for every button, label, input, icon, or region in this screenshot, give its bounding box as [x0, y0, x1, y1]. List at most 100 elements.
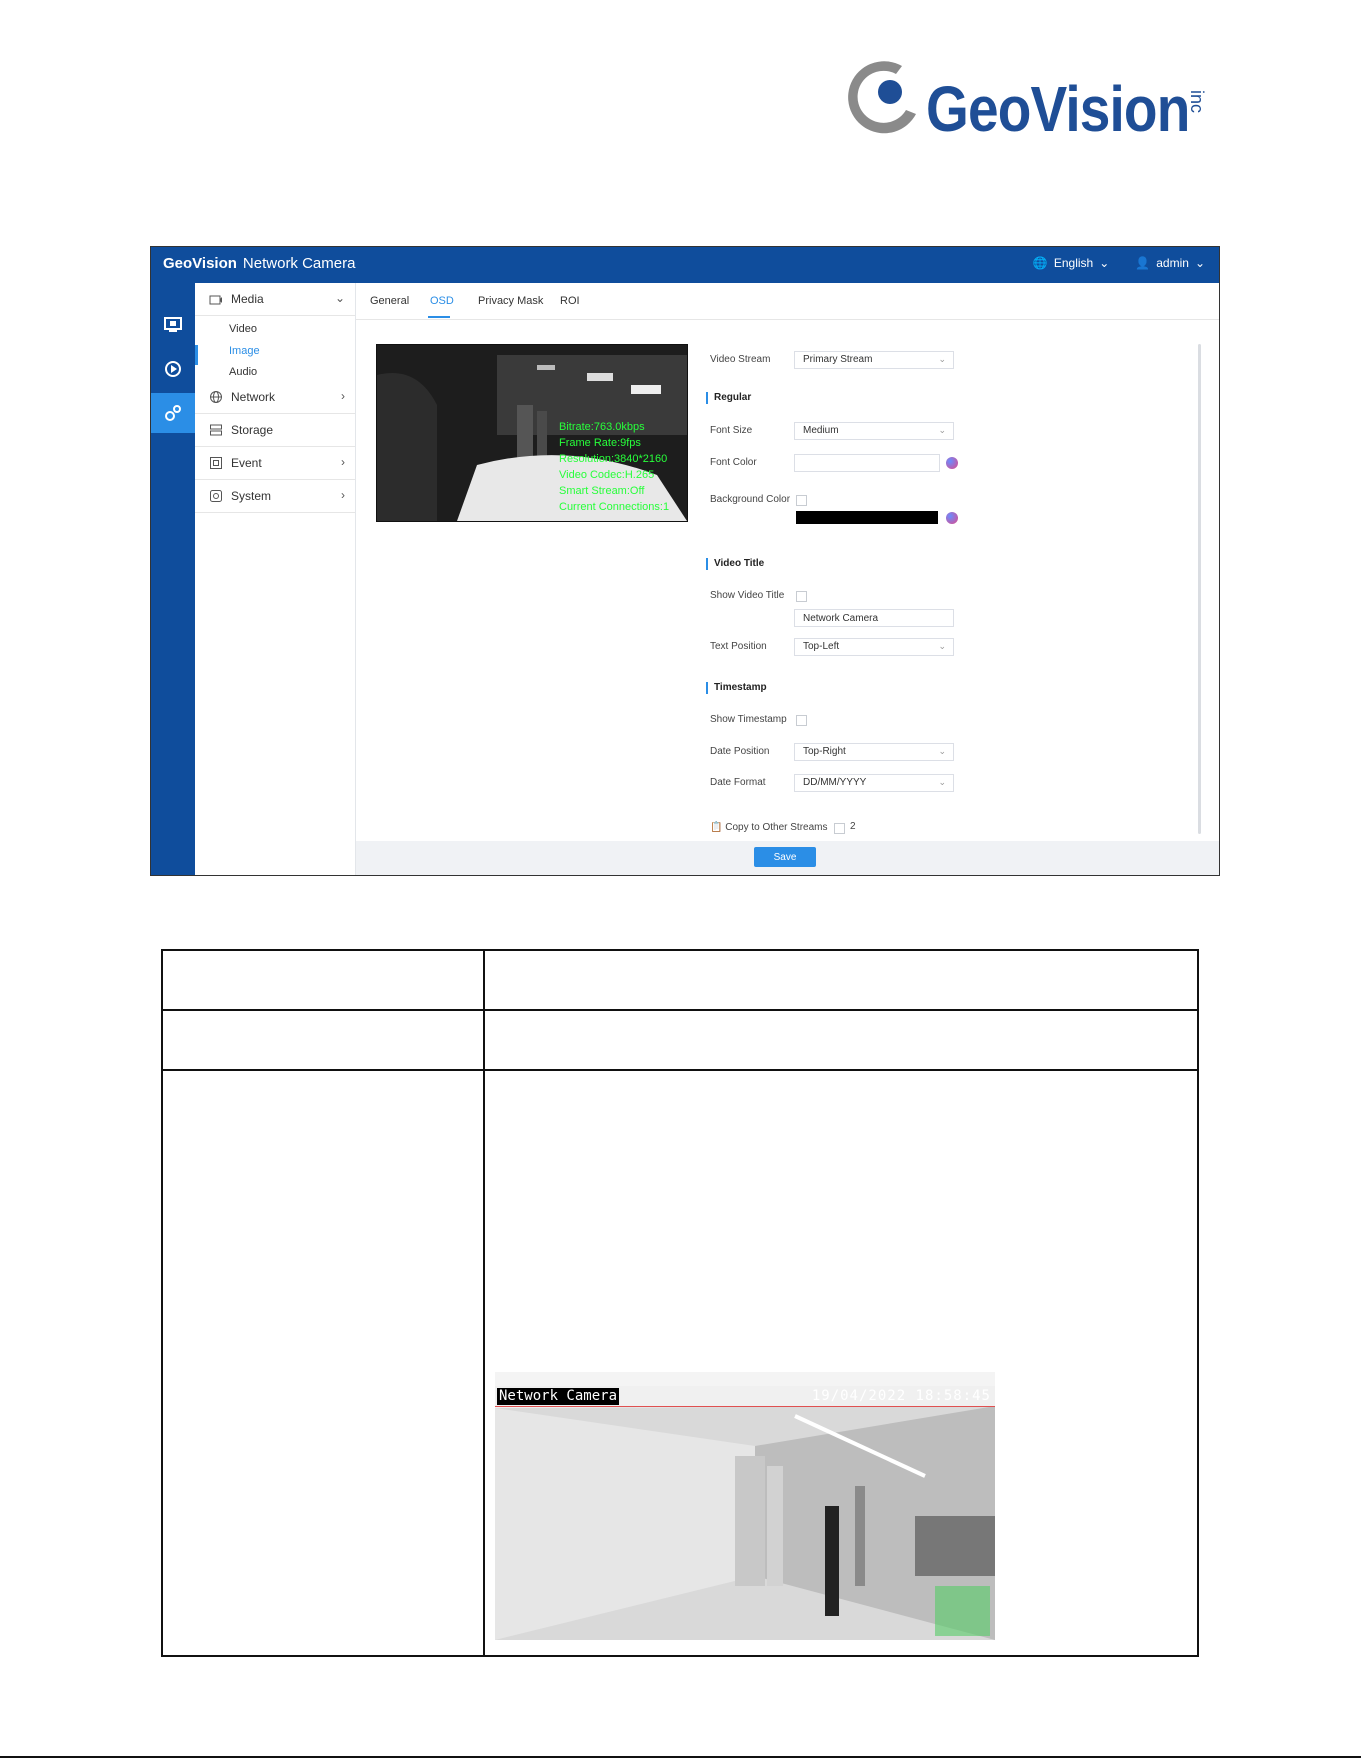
- language-selector[interactable]: 🌐 English ⌄: [1033, 256, 1109, 270]
- chevron-down-icon: ⌄: [938, 641, 946, 651]
- nav-network[interactable]: Network ›: [195, 381, 355, 414]
- user-name: admin: [1156, 256, 1189, 270]
- tab-bar: General OSD Privacy Mask ROI: [356, 283, 1219, 320]
- active-indicator: [195, 345, 198, 365]
- nav-media-label: Media: [231, 292, 264, 306]
- show-video-title-checkbox[interactable]: [796, 591, 807, 602]
- scrollbar[interactable]: [1198, 344, 1201, 834]
- show-timestamp-checkbox[interactable]: [796, 715, 807, 726]
- color-picker-icon[interactable]: [946, 457, 958, 469]
- system-icon: [209, 489, 223, 503]
- nav-network-label: Network: [231, 390, 276, 404]
- copy-streams-label: Copy to Other Streams: [725, 822, 828, 833]
- chevron-down-icon: ⌄: [938, 354, 946, 364]
- playback-icon[interactable]: [151, 349, 195, 389]
- text-position-label: Text Position: [710, 641, 767, 652]
- date-format-select[interactable]: DD/MM/YYYY ⌄: [794, 774, 954, 792]
- date-position-select[interactable]: Top-Right ⌄: [794, 743, 954, 761]
- chevron-right-icon: ›: [341, 455, 345, 469]
- date-position-label: Date Position: [710, 746, 770, 757]
- font-color-field[interactable]: [794, 454, 940, 472]
- save-button[interactable]: Save: [754, 847, 816, 867]
- osd-panel: Bitrate:763.0kbps Frame Rate:9fps Resolu…: [356, 320, 1219, 841]
- copy-streams-row: 📋 Copy to Other Streams: [710, 822, 828, 833]
- media-icon: [209, 292, 223, 306]
- live-view-icon[interactable]: [151, 305, 195, 345]
- chevron-down-icon: ⌄: [1194, 256, 1205, 270]
- tab-osd[interactable]: OSD: [430, 295, 454, 307]
- nav-storage[interactable]: Storage: [195, 414, 355, 447]
- timestamp-section-title: Timestamp: [706, 682, 767, 694]
- font-size-label: Font Size: [710, 425, 753, 436]
- table-column-divider: [483, 951, 485, 1655]
- icon-rail: [151, 283, 195, 875]
- osd-video-codec: Video Codec:H.265: [559, 469, 655, 481]
- player-toolbar: [495, 1372, 995, 1387]
- chevron-down-icon: ⌄: [1099, 256, 1110, 270]
- globe-icon: 🌐: [1032, 256, 1048, 270]
- osd-resolution: Resolution:3840*2160: [559, 453, 668, 465]
- copy-streams-count: 2: [850, 821, 856, 832]
- header-brand-name: GeoVision: [163, 255, 237, 272]
- video-title-osd: Network Camera: [497, 1388, 620, 1405]
- nav-system-label: System: [231, 489, 272, 503]
- settings-icon[interactable]: [151, 393, 195, 433]
- header-brand: GeoVision Network Camera: [163, 255, 355, 272]
- osd-smart-stream: Smart Stream:Off: [559, 485, 645, 497]
- chevron-down-icon: ⌄: [938, 746, 946, 756]
- chevron-right-icon: ›: [341, 488, 345, 502]
- nav-sub-audio[interactable]: Audio: [229, 366, 257, 378]
- table-row-divider: [163, 1069, 1197, 1071]
- show-video-title-label: Show Video Title: [710, 590, 785, 601]
- user-icon: 👤: [1135, 256, 1151, 270]
- chevron-down-icon: ⌄: [334, 291, 345, 305]
- header-app-title: Network Camera: [242, 255, 356, 272]
- tab-roi[interactable]: ROI: [560, 295, 580, 307]
- nav-event[interactable]: Event ›: [195, 447, 355, 480]
- chevron-right-icon: ›: [341, 389, 345, 403]
- show-timestamp-label: Show Timestamp: [710, 714, 787, 725]
- tab-general[interactable]: General: [370, 295, 409, 307]
- font-size-select[interactable]: Medium ⌄: [794, 422, 954, 440]
- nav-media[interactable]: Media ⌄: [195, 283, 355, 316]
- user-menu[interactable]: 👤 admin ⌄: [1135, 256, 1205, 270]
- osd-settings-screenshot: GeoVision Network Camera 🌐 English ⌄ 👤 ad…: [150, 246, 1220, 876]
- event-icon: [209, 456, 223, 470]
- nav-storage-label: Storage: [231, 423, 274, 437]
- copy-icon: 📋: [710, 822, 723, 833]
- geovision-logo: GeoVision inc: [840, 50, 1220, 150]
- date-format-label: Date Format: [710, 777, 766, 788]
- video-title-input[interactable]: [794, 609, 954, 627]
- settings-side-nav: Media ⌄ Video Image Audio Network › Stor…: [195, 283, 356, 875]
- active-tab-underline: [428, 316, 450, 318]
- osd-connections: Current Connections:1: [559, 501, 670, 513]
- osd-example-image: Network Camera 19/04/2022 18:58:45: [495, 1372, 995, 1640]
- language-label: English: [1053, 256, 1094, 270]
- video-stream-label: Video Stream: [710, 354, 771, 365]
- top-header-bar: GeoVision Network Camera 🌐 English ⌄ 👤 ad…: [151, 247, 1219, 283]
- font-color-label: Font Color: [710, 457, 757, 468]
- background-color-swatch[interactable]: [796, 511, 938, 524]
- copy-streams-checkbox[interactable]: [834, 823, 845, 834]
- text-position-select[interactable]: Top-Left ⌄: [794, 638, 954, 656]
- geovision-logo-mark-icon: [848, 61, 916, 134]
- save-bar: Save: [356, 841, 1219, 875]
- table-row-divider: [163, 1009, 1197, 1011]
- page-footer-rule: [0, 1756, 1361, 1758]
- nav-system[interactable]: System ›: [195, 480, 355, 513]
- video-stream-select[interactable]: Primary Stream ⌄: [794, 351, 954, 369]
- main-content: General OSD Privacy Mask ROI Bitrate:763…: [356, 283, 1219, 875]
- tab-privacy-mask[interactable]: Privacy Mask: [478, 295, 543, 307]
- regular-section-title: Regular: [706, 392, 751, 404]
- nav-sub-image[interactable]: Image: [229, 345, 260, 357]
- osd-bitrate: Bitrate:763.0kbps: [559, 421, 645, 433]
- chevron-down-icon: ⌄: [938, 425, 946, 435]
- osd-guide-line: [495, 1406, 995, 1407]
- background-color-label: Background Color: [710, 494, 791, 505]
- nav-sub-video[interactable]: Video: [229, 323, 257, 335]
- preview-osd-stats: Bitrate:763.0kbps Frame Rate:9fps Resolu…: [559, 419, 669, 515]
- osd-frame-rate: Frame Rate:9fps: [559, 437, 641, 449]
- background-color-checkbox[interactable]: [796, 495, 807, 506]
- color-picker-icon[interactable]: [946, 512, 958, 524]
- chevron-down-icon: ⌄: [938, 777, 946, 787]
